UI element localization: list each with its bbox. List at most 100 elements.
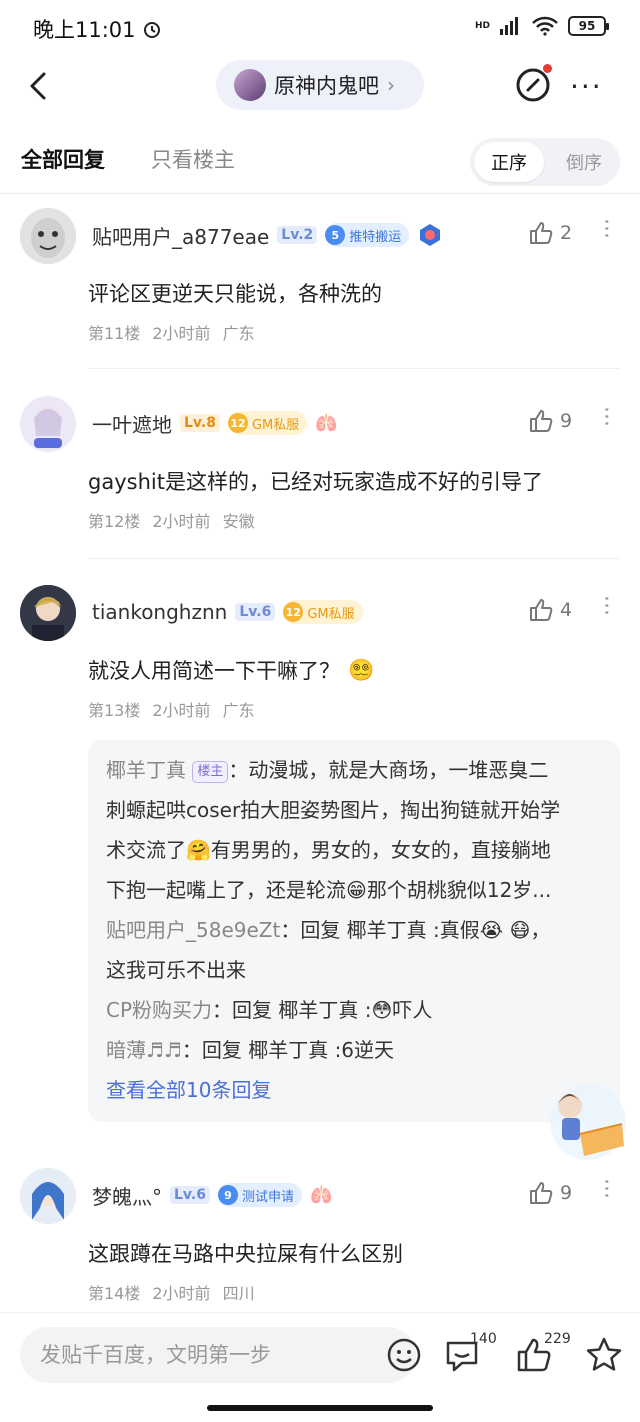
order-desc-button[interactable]: 倒序 [556,142,612,182]
post-more-icon[interactable]: ··· [593,1178,618,1199]
post-time: 2小时前 [152,1284,211,1303]
floor-number: 第13楼 [88,701,141,720]
post-meta: 第11楼 2小时前 广东 [88,320,255,344]
hugging-emoji-icon: 🤗 [186,838,211,862]
wifi-icon [532,16,558,36]
badge-text: 测试申请 [241,1189,294,1205]
reply-author[interactable]: 暗薄♬♬ [106,1038,182,1062]
badge-text: GM私服 [251,417,300,433]
level-badge: Lv.6 [170,1186,210,1204]
thumbs-up-icon [530,222,553,244]
forum-badge: 12 GM私服 [227,411,308,435]
reply-input[interactable] [40,1337,360,1373]
reply-text: 下抱一起嘴上了，还是轮流 [106,878,346,902]
thumbs-up-icon [530,599,553,621]
comment-count: 140 [470,1331,497,1347]
nav-bar: 原神内鬼吧 › ··· [0,56,640,118]
username[interactable]: tiankonghznn [92,600,227,624]
username[interactable]: 贴吧用户_a877eae [92,221,269,250]
reply-text: 有男男的，男女的，女女的，直接躺地 [210,838,551,862]
like-count: 229 [544,1331,571,1347]
forum-badge: 9 测试申请 [217,1183,302,1207]
reply-text: 刺螈起哄coser拍大胆姿势图片，掏出狗链就开始学 [106,798,561,822]
post-header: 一叶遮地 Lv.8 12 GM私服 🫁 [92,408,338,438]
badge-text: 推特搬运 [349,229,402,245]
reply-author[interactable]: 椰羊丁真 [106,758,186,782]
reply-text: 这我可乐不出来 [106,958,246,982]
forum-badge: 5 推特搬运 [325,223,410,247]
status-bar: 晚上11:01 HD 95 [0,0,640,56]
grimace-emoji-icon: 😁 [346,878,367,902]
reply-input-box[interactable] [20,1327,421,1383]
post-more-icon[interactable]: ··· [593,406,618,427]
meme-face-avatar-image [20,208,76,264]
post-meta: 第13楼 2小时前 广东 [88,697,255,721]
reply-author[interactable]: 贴吧用户_58e9eZt [106,918,280,942]
post-content: 评论区更逆天只能说，各种洗的 [88,282,382,306]
sub-replies-box[interactable]: 椰羊丁真 楼主 ：动漫城，就是大商场，一堆恶臭二 刺螈起哄coser拍大胆姿势图片… [88,740,620,1122]
post-location: 安徽 [222,512,255,531]
like-button[interactable]: 9 [528,408,572,434]
star-icon[interactable] [584,1335,624,1375]
network-type-label: HD [474,21,490,31]
sub-reply: 贴吧用户_58e9eZt：回复 椰羊丁真 :真假😭 😷， 这我可乐不出来 [106,910,602,990]
alarm-icon [143,22,160,38]
forum-entry-button[interactable]: 原神内鬼吧 › [216,60,424,110]
post-header: 贴吧用户_a877eae Lv.2 5 推特搬运 [92,220,443,250]
tab-owner-only[interactable]: 只看楼主 [151,144,235,174]
reply-text: ：回复 椰羊丁真 :6逆天 [181,1038,395,1062]
forum-name: 原神内鬼吧 [274,74,379,98]
like-button[interactable]: 9 [528,1180,572,1206]
post-time: 2小时前 [152,324,211,343]
post-header: tiankonghznn Lv.6 12 GM私服 [92,597,363,627]
level-badge: Lv.6 [235,603,276,621]
username[interactable]: 一叶遮地 [92,409,172,438]
sub-reply: CP粉购买力：回复 椰羊丁真 :😳吓人 [106,990,602,1030]
tab-all-replies[interactable]: 全部回复 [21,144,105,174]
like-count: 9 [560,410,573,432]
avatar[interactable] [20,208,76,264]
reply-text: 术交流了 [106,838,186,862]
battery-level: 95 [578,19,596,33]
back-icon[interactable] [22,66,62,106]
like-button[interactable]: 2 [528,220,572,246]
divider [0,193,640,194]
post-content: gayshit是这样的，已经对玩家造成不好的引导了 [88,470,543,494]
signal-icon [500,17,518,35]
anime-avatar-image [20,1168,76,1224]
status-time-text: 晚上11:01 [33,18,136,42]
status-time: 晚上11:01 [33,14,162,44]
level-badge: Lv.8 [180,414,220,432]
badge-number: 9 [217,1185,238,1205]
avatar[interactable] [20,396,76,452]
post-more-icon[interactable]: ··· [593,218,618,239]
reply-text: ， [530,918,551,942]
avatar[interactable] [20,1168,76,1224]
anime-avatar-image [20,585,76,641]
post-header: 梦魄灬° Lv.6 9 测试申请 🫁 [92,1180,332,1210]
avatar[interactable] [20,585,76,641]
mascot-float-button-icon[interactable] [540,1074,632,1166]
more-options-icon[interactable]: ··· [570,70,603,103]
order-asc-button[interactable]: 正序 [474,142,544,182]
owner-tag: 楼主 [192,760,229,783]
like-button[interactable]: 4 [528,597,572,623]
reply-author[interactable]: CP粉购买力 [106,998,212,1022]
status-icons: HD 95 [474,16,609,36]
floor-number: 第14楼 [88,1284,141,1303]
post-more-icon[interactable]: ··· [593,595,618,616]
username[interactable]: 梦魄灬° [92,1181,162,1210]
badge-number: 12 [283,602,304,622]
mask-emoji-icon: 😷 [509,918,531,942]
scared-emoji-icon: 😳 [371,998,393,1022]
view-all-replies-link[interactable]: 查看全部10条回复 [106,1070,602,1110]
reply-text: ：动漫城，就是大商场，一堆恶臭二 [228,758,549,782]
emoji-icon[interactable] [386,1337,422,1373]
thumbs-up-icon [530,1182,553,1204]
lungs-decoration-icon: 🫁 [309,1184,333,1206]
post-time: 2小时前 [152,701,211,720]
post-location: 广东 [222,701,255,720]
battery-icon: 95 [568,16,609,36]
rank-medal-icon [420,224,441,246]
like-count: 2 [560,222,573,244]
